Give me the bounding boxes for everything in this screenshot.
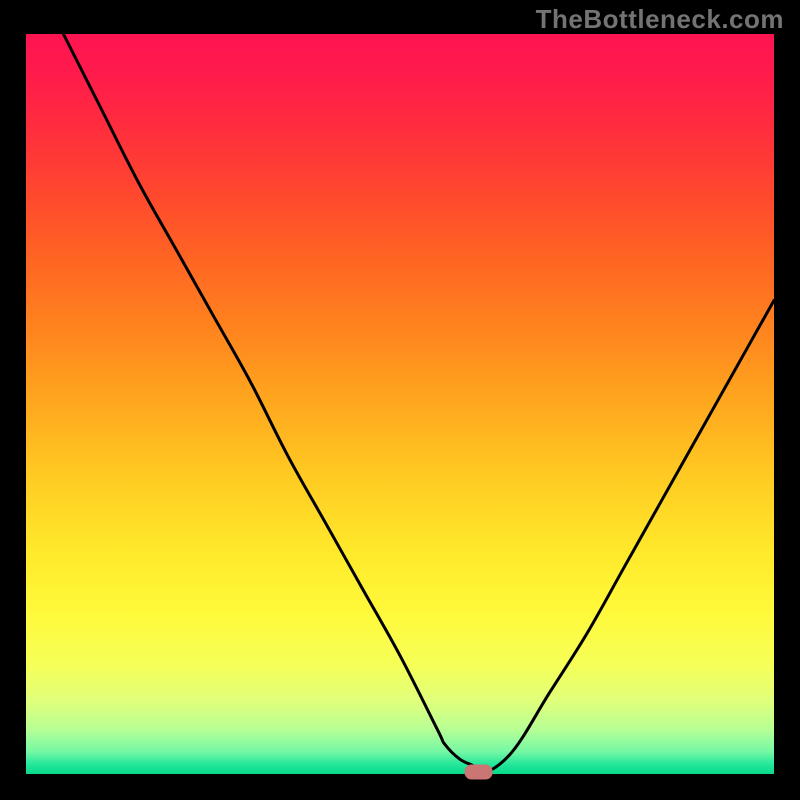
plot-background bbox=[26, 34, 774, 774]
bottleneck-chart bbox=[0, 0, 800, 800]
frame-right bbox=[774, 0, 800, 800]
watermark-text: TheBottleneck.com bbox=[536, 4, 784, 35]
chart-root: { "watermark": "TheBottleneck.com", "cha… bbox=[0, 0, 800, 800]
minimum-marker bbox=[465, 765, 493, 780]
frame-bottom bbox=[0, 774, 800, 800]
frame-left bbox=[0, 0, 26, 800]
